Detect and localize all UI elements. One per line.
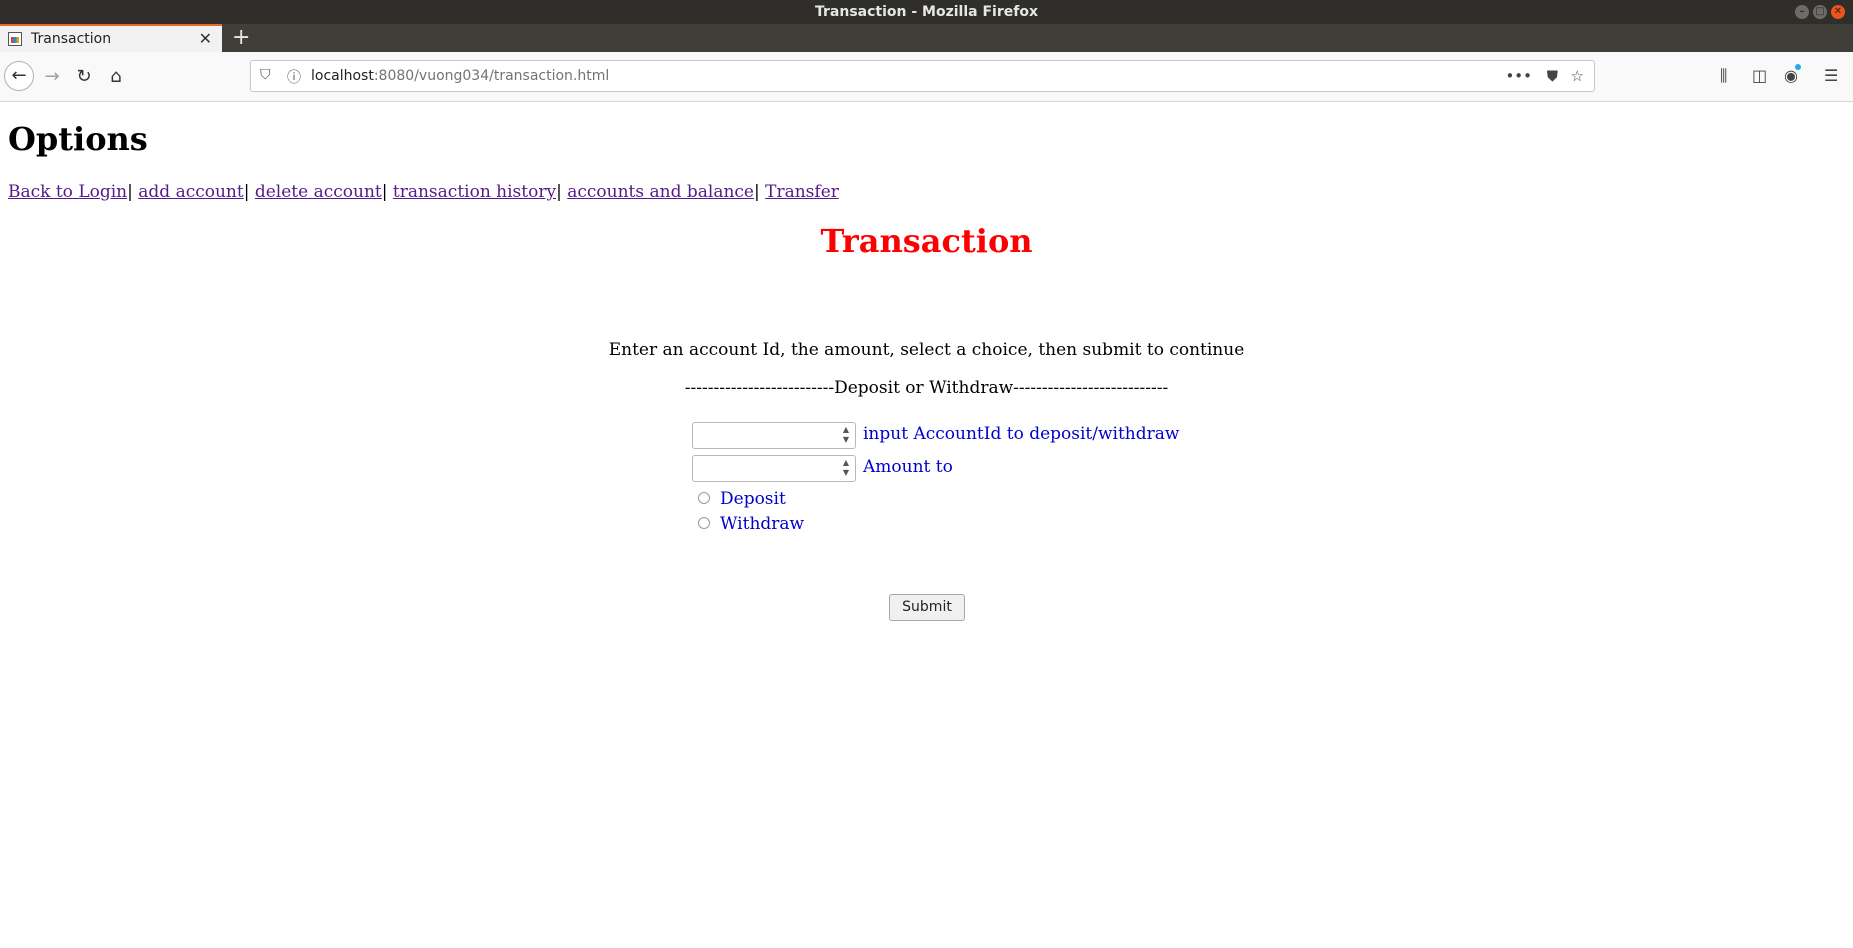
deposit-withdraw-divider: --------------------------Deposit or Wit… (684, 378, 1169, 398)
window-titlebar: Transaction - Mozilla Firefox – □ ✕ (0, 0, 1853, 24)
close-window-icon[interactable]: ✕ (1831, 5, 1845, 19)
transaction-heading: Transaction (820, 222, 1033, 260)
options-links: Back to Login| add account| delete accou… (8, 182, 839, 202)
more-dots-icon[interactable]: ••• (1505, 67, 1532, 85)
pocket-icon[interactable]: ⛊ (1547, 67, 1558, 85)
reload-icon[interactable]: ↻ (72, 65, 96, 89)
tab-strip: Transaction ✕ + (0, 24, 1853, 52)
shield-icon[interactable]: ⛉ (260, 67, 271, 83)
link-accounts-and-balance[interactable]: accounts and balance (567, 182, 754, 202)
deposit-radio-label[interactable]: Deposit (720, 489, 786, 509)
back-arrow-icon[interactable]: ← (4, 61, 34, 91)
new-tab-icon[interactable]: + (232, 25, 250, 50)
sidebar-icon[interactable]: ◫ (1752, 66, 1767, 85)
amount-label: Amount to (863, 457, 953, 477)
account-badge-dot (1794, 64, 1801, 70)
account-id-row: ▲ ▼ input AccountId to deposit/withdraw (692, 422, 1292, 450)
tab-transaction[interactable]: Transaction ✕ (0, 24, 222, 52)
link-separator: | (243, 182, 255, 202)
account-icon[interactable]: ◉ (1784, 64, 1801, 85)
url-path: :8080/vuong034/transaction.html (373, 68, 610, 84)
withdraw-radio[interactable] (698, 517, 710, 529)
link-back-to-login[interactable]: Back to Login (8, 182, 127, 202)
account-id-label: input AccountId to deposit/withdraw (863, 424, 1180, 444)
instructions-text: Enter an account Id, the amount, select … (608, 340, 1245, 360)
account-id-input[interactable]: ▲ ▼ (692, 422, 856, 449)
link-separator: | (127, 182, 139, 202)
home-icon[interactable]: ⌂ (104, 65, 128, 89)
spinner-arrows-icon[interactable]: ▲ ▼ (840, 425, 852, 446)
url-text[interactable]: localhost:8080/vuong034/transaction.html (311, 68, 609, 84)
submit-button[interactable]: Submit (889, 594, 965, 621)
favicon-icon (8, 32, 22, 46)
link-transaction-history[interactable]: transaction history (393, 182, 556, 202)
star-icon[interactable]: ☆ (1571, 67, 1584, 85)
address-bar[interactable]: ⛉ ⓘ localhost:8080/vuong034/transaction.… (250, 60, 1595, 92)
forward-arrow-icon[interactable]: → (40, 65, 64, 89)
amount-input[interactable]: ▲ ▼ (692, 455, 856, 482)
link-separator: | (381, 182, 393, 202)
window-title: Transaction - Mozilla Firefox (815, 4, 1038, 20)
link-separator: | (753, 182, 766, 202)
link-add-account[interactable]: add account (138, 182, 243, 202)
radio-deposit-row: Deposit (692, 488, 1292, 513)
deposit-radio[interactable] (698, 492, 710, 504)
maximize-icon[interactable]: □ (1813, 5, 1827, 19)
options-heading: Options (8, 120, 148, 158)
link-separator: | (556, 182, 568, 202)
navigation-toolbar: ← → ↻ ⌂ ⛉ ⓘ localhost:8080/vuong034/tran… (0, 52, 1853, 102)
link-delete-account[interactable]: delete account (255, 182, 382, 202)
spinner-arrows-icon[interactable]: ▲ ▼ (840, 458, 852, 479)
info-icon[interactable]: ⓘ (287, 67, 301, 87)
page-content: Options Back to Login| add account| dele… (0, 102, 1853, 948)
window-controls: – □ ✕ (1795, 5, 1845, 19)
tab-close-icon[interactable]: ✕ (199, 29, 212, 48)
withdraw-radio-label[interactable]: Withdraw (720, 514, 804, 534)
transaction-form: ▲ ▼ input AccountId to deposit/withdraw ▲… (692, 422, 1292, 538)
minimize-icon[interactable]: – (1795, 5, 1809, 19)
radio-withdraw-row: Withdraw (692, 513, 1292, 538)
library-icon[interactable]: ⫼ (1720, 66, 1727, 86)
hamburger-menu-icon[interactable]: ☰ (1824, 66, 1838, 85)
tab-label: Transaction (31, 31, 112, 47)
amount-row: ▲ ▼ Amount to (692, 455, 1292, 483)
url-host: localhost (311, 68, 374, 84)
link-transfer[interactable]: Transfer (765, 182, 839, 202)
